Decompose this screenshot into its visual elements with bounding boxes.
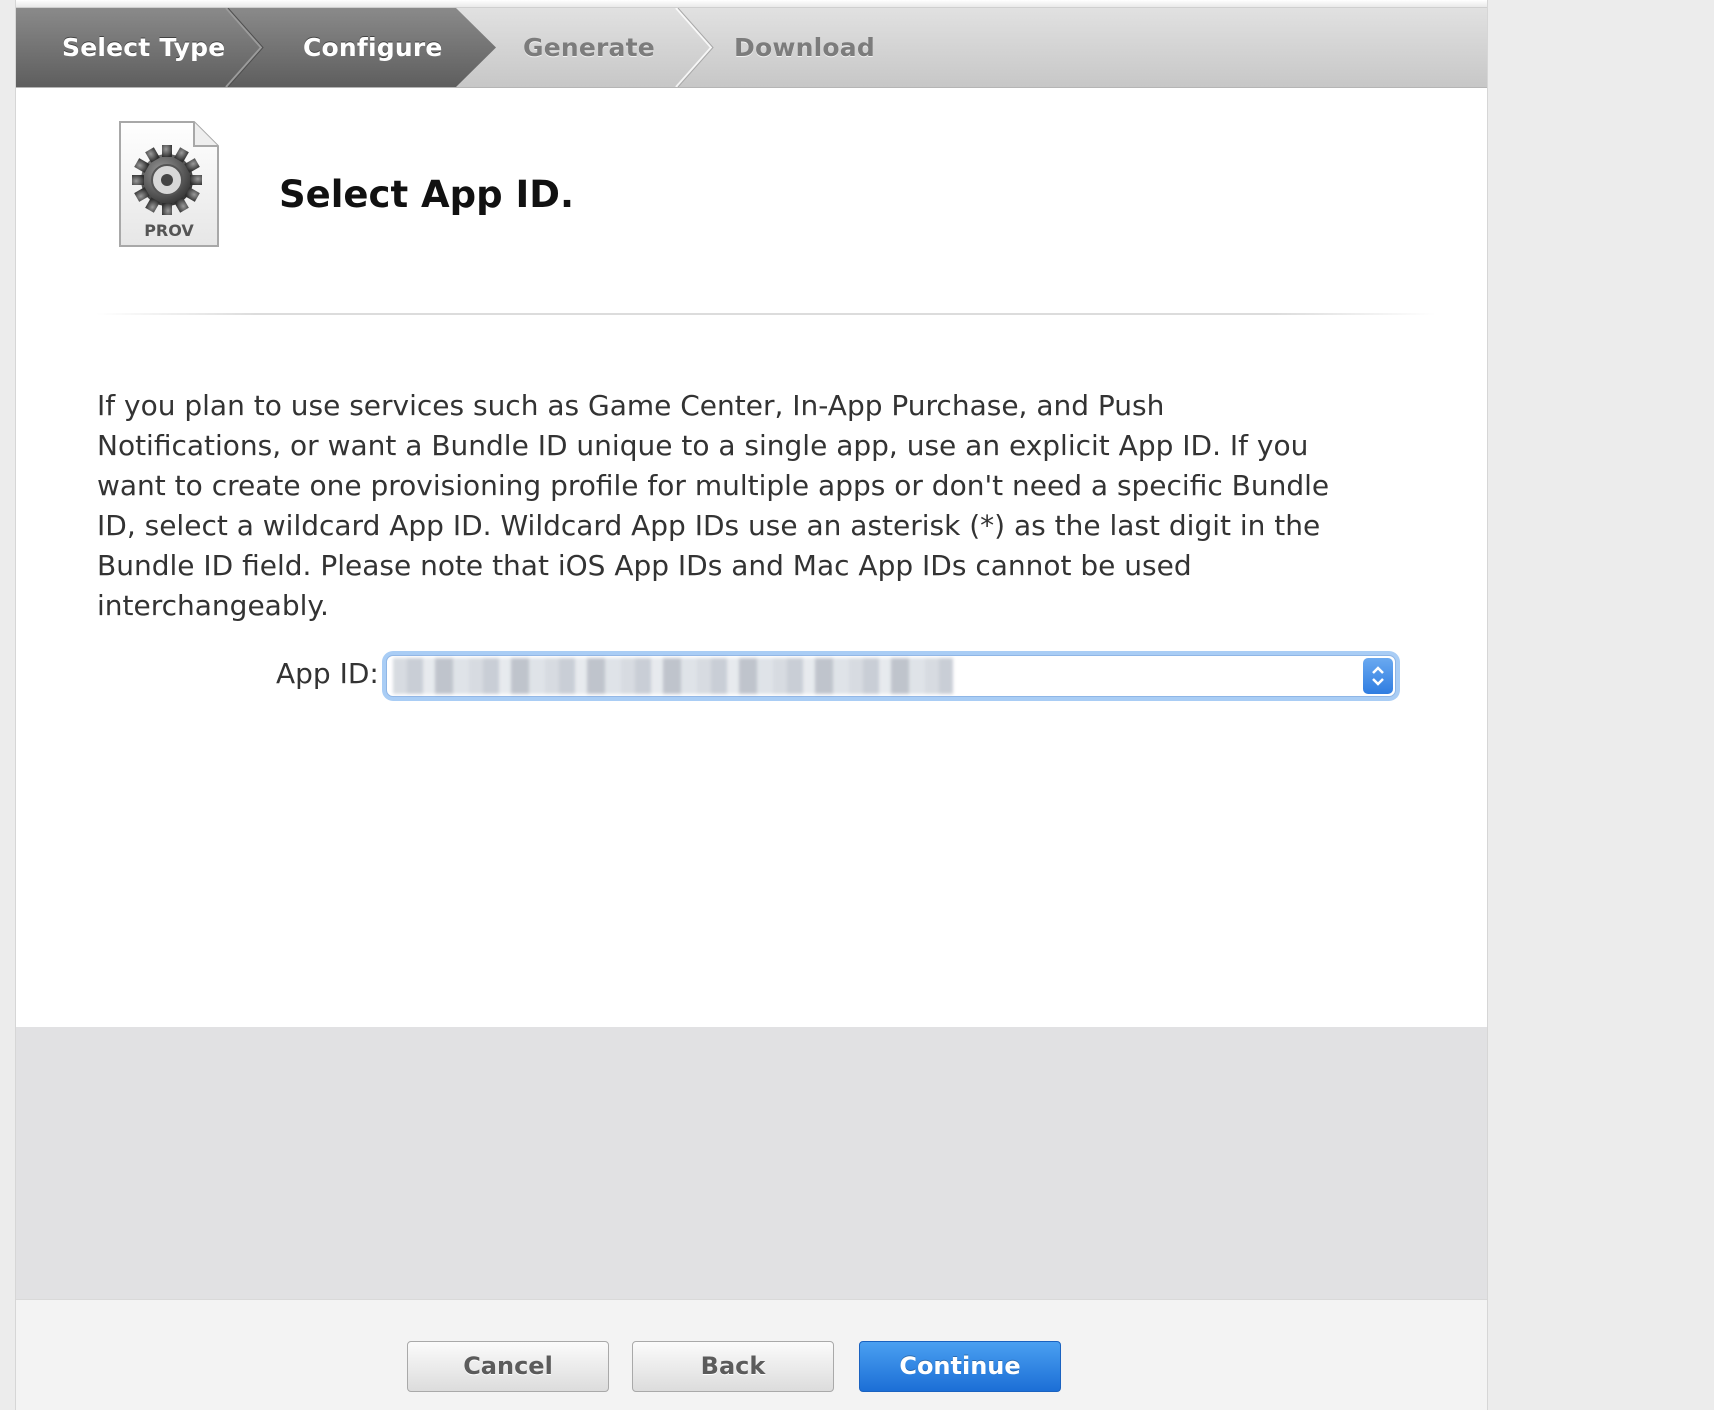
page-title: Select App ID. [279, 173, 575, 216]
app-id-selected-value-redacted [393, 658, 953, 694]
app-id-description: If you plan to use services such as Game… [97, 389, 1330, 622]
continue-button[interactable]: Continue [859, 1341, 1061, 1392]
app-id-label: App ID: [276, 657, 379, 690]
step-generate: Generate [523, 33, 655, 62]
prov-icon-label: PROV [144, 221, 194, 240]
back-button[interactable]: Back [632, 1341, 834, 1392]
step-select-type: Select Type [62, 33, 226, 62]
cancel-button[interactable]: Cancel [407, 1341, 609, 1392]
step-configure: Configure [303, 33, 443, 62]
step-separator [675, 8, 713, 87]
step-progress-bar: Select Type Configure Generate Download [16, 8, 1487, 88]
top-edge [16, 0, 1487, 8]
provisioning-profile-icon: PROV [119, 121, 219, 247]
app-id-select[interactable] [386, 655, 1396, 697]
content-spacer-band [16, 1027, 1487, 1299]
header-divider [96, 313, 1436, 315]
step-separator-shadow [677, 8, 714, 87]
assistant-panel: Select Type Configure Generate Download [15, 0, 1488, 1410]
step-download: Download [734, 33, 875, 62]
select-arrows-icon[interactable] [1363, 658, 1393, 694]
